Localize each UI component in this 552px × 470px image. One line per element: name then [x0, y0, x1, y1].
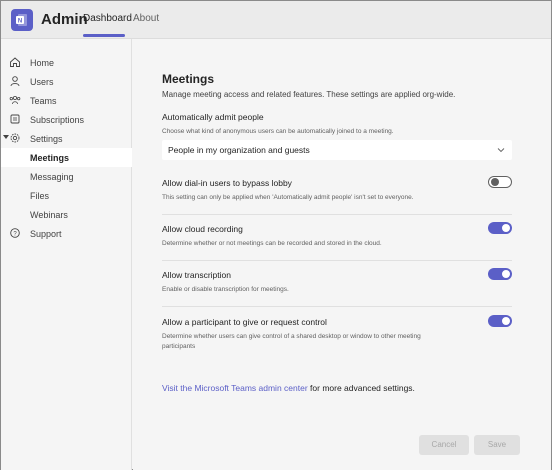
sidebar-item-label: Meetings	[30, 153, 70, 163]
sidebar-item-home[interactable]: Home	[1, 53, 132, 72]
dial-in-bypass-toggle[interactable]	[488, 176, 512, 188]
toggle-knob	[502, 270, 510, 278]
give-control-description: Determine whether users can give control…	[162, 332, 482, 352]
sidebar-item-settings[interactable]: Settings	[1, 129, 132, 148]
sidebar-item-label: Subscriptions	[30, 115, 85, 125]
svg-text:?: ?	[13, 231, 17, 237]
auto-admit-selected-value: People in my organization and guests	[168, 145, 310, 155]
sidebar-item-label: Teams	[30, 96, 57, 106]
toggle-knob	[491, 178, 499, 186]
toggle-knob	[502, 317, 510, 325]
save-button[interactable]: Save	[474, 435, 520, 455]
main-content: Meetings Manage meeting access and relat…	[133, 40, 551, 470]
sidebar-item-meetings[interactable]: Meetings	[1, 148, 132, 167]
sidebar: Home Users Teams Subscriptions Settings …	[1, 39, 132, 470]
help-icon: ?	[10, 228, 20, 238]
sidebar-item-label: Files	[30, 191, 50, 201]
give-control-title: Allow a participant to give or request c…	[162, 317, 327, 327]
dial-in-bypass-title: Allow dial-in users to bypass lobby	[162, 178, 292, 188]
sidebar-item-label: Support	[30, 229, 62, 239]
tab-about[interactable]: About	[133, 13, 159, 24]
sidebar-item-teams[interactable]: Teams	[1, 91, 132, 110]
cancel-button[interactable]: Cancel	[419, 435, 469, 455]
give-control-toggle[interactable]	[488, 315, 512, 327]
app-title: Admin	[41, 11, 88, 28]
divider	[162, 214, 512, 215]
list-icon	[10, 114, 20, 124]
auto-admit-description: Choose what kind of anonymous users can …	[162, 128, 394, 135]
sidebar-item-webinars[interactable]: Webinars	[1, 205, 132, 224]
give-control-description-line1: Determine whether users can give control…	[162, 333, 421, 340]
app-header: N Admin Dashboard About	[1, 1, 551, 39]
admin-center-link[interactable]: Visit the Microsoft Teams admin center	[162, 383, 308, 393]
sidebar-item-label: Home	[30, 58, 55, 68]
transcription-title: Allow transcription	[162, 270, 231, 280]
user-icon	[10, 76, 20, 87]
teams-icon	[9, 96, 21, 105]
svg-text:N: N	[18, 19, 22, 25]
cloud-recording-description: Determine whether or not meetings can be…	[162, 240, 382, 247]
gear-icon	[10, 133, 20, 143]
tab-dashboard[interactable]: Dashboard	[83, 13, 132, 24]
cloud-recording-title: Allow cloud recording	[162, 224, 243, 234]
auto-admit-title: Automatically admit people	[162, 112, 264, 122]
transcription-toggle[interactable]	[488, 268, 512, 280]
teams-app-icon: N	[11, 9, 33, 31]
sidebar-item-users[interactable]: Users	[1, 72, 132, 91]
admin-center-suffix: for more advanced settings.	[307, 383, 415, 393]
toggle-knob	[502, 224, 510, 232]
sidebar-item-subscriptions[interactable]: Subscriptions	[1, 110, 132, 129]
sidebar-item-label: Webinars	[30, 210, 68, 220]
dial-in-bypass-description: This setting can only be applied when 'A…	[162, 194, 414, 201]
auto-admit-dropdown[interactable]: People in my organization and guests	[162, 140, 512, 160]
page-description: Manage meeting access and related featur…	[162, 90, 456, 99]
page-title: Meetings	[162, 72, 215, 86]
sidebar-item-label: Settings	[30, 134, 63, 144]
sidebar-item-messaging[interactable]: Messaging	[1, 167, 132, 186]
give-control-description-line2: participants	[162, 343, 196, 350]
divider	[162, 306, 512, 307]
sidebar-item-label: Messaging	[30, 172, 74, 182]
admin-center-note: Visit the Microsoft Teams admin center f…	[162, 383, 415, 393]
divider	[162, 260, 512, 261]
app-window: N Admin Dashboard About Home Users Teams…	[0, 0, 552, 470]
sidebar-item-label: Users	[30, 77, 54, 87]
cloud-recording-toggle[interactable]	[488, 222, 512, 234]
sidebar-item-support[interactable]: ? Support	[1, 224, 132, 243]
active-tab-indicator	[83, 34, 125, 37]
transcription-description: Enable or disable transcription for meet…	[162, 286, 289, 293]
chevron-down-icon	[497, 148, 505, 153]
sidebar-item-files[interactable]: Files	[1, 186, 132, 205]
home-icon	[10, 57, 20, 67]
